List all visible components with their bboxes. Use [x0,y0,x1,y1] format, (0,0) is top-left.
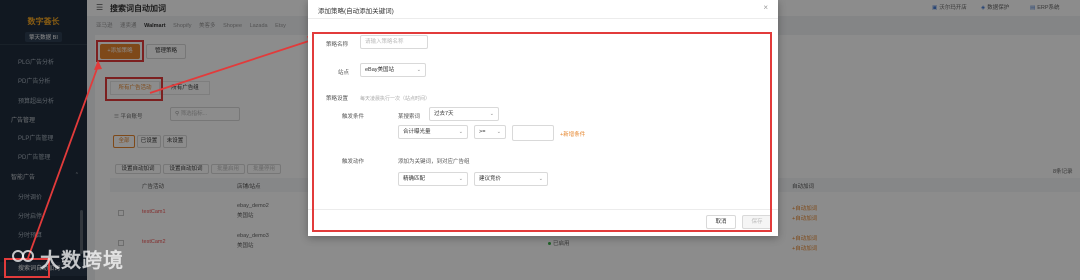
arrow-to-add-button [27,65,99,259]
modal-divider [308,18,778,19]
arrow-head-icon [94,60,102,70]
add-strategy-modal: 添加策略(自动添加关键词) × 策略名称 请输入策略名称 站点 eBay美国站 ⌄… [308,0,778,236]
modal-title: 添加策略(自动添加关键词) [318,8,394,15]
watermark-text: 大数跨境 [40,250,124,272]
arrow-to-modal [149,39,313,94]
highlight-modal-form [312,32,772,232]
watermark-logo-icon [12,250,34,262]
close-icon[interactable]: × [763,3,768,12]
